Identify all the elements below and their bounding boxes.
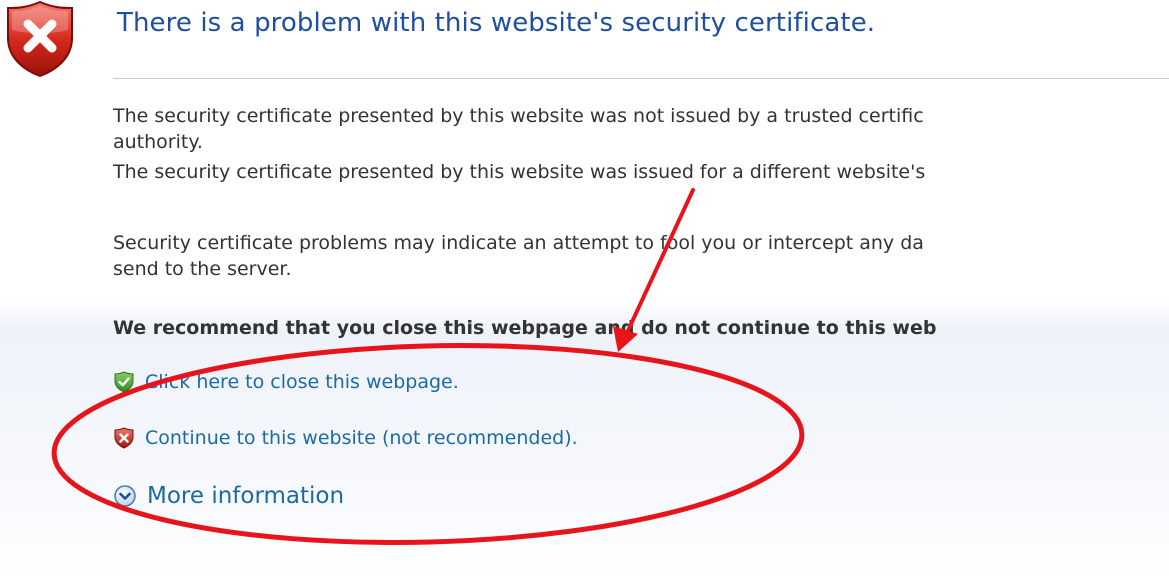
different-website-text: The security certificate presented by th… <box>113 159 1169 185</box>
untrusted-authority-text: The security certificate presented by th… <box>113 103 1169 155</box>
security-warning-line-2: send to the server. <box>113 258 292 280</box>
untrusted-authority-line-2: authority. <box>113 131 203 153</box>
continue-website-link-text[interactable]: Continue to this website (not recommende… <box>145 427 578 449</box>
different-website-line-1: The security certificate presented by th… <box>113 161 926 183</box>
certificate-error-page: There is a problem with this website's s… <box>0 0 1169 577</box>
close-webpage-link[interactable]: Click here to close this webpage. <box>113 371 459 393</box>
security-warning-text: Security certificate problems may indica… <box>113 230 1169 282</box>
page-title: There is a problem with this website's s… <box>117 8 876 38</box>
red-shield-x-icon <box>7 0 73 78</box>
close-webpage-link-text[interactable]: Click here to close this webpage. <box>145 371 459 393</box>
more-information-toggle[interactable]: More information <box>113 483 344 509</box>
red-shield-x-icon <box>114 427 134 449</box>
green-shield-check-icon <box>114 371 134 393</box>
continue-website-link[interactable]: Continue to this website (not recommende… <box>113 427 578 449</box>
title-divider <box>113 78 1169 79</box>
recommendation-text: We recommend that you close this webpage… <box>113 317 937 339</box>
expand-chevron-down-icon <box>114 485 136 507</box>
more-information-text[interactable]: More information <box>147 483 344 509</box>
security-warning-line-1: Security certificate problems may indica… <box>113 232 924 254</box>
untrusted-authority-line-1: The security certificate presented by th… <box>113 105 924 127</box>
